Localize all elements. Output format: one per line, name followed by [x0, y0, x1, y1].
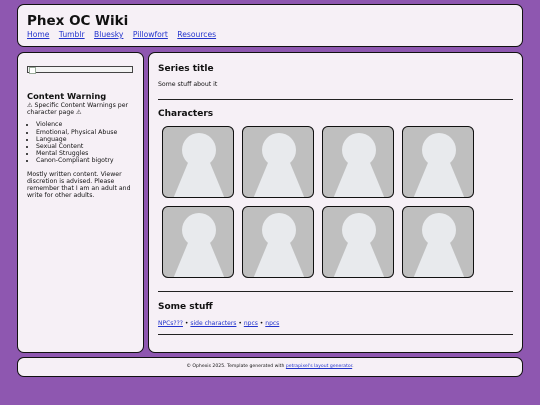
character-card[interactable]: [402, 206, 474, 278]
content-warning-item: Sexual Content: [36, 143, 134, 150]
content-warning-specific: ⚠ Specific Content Warnings per characte…: [27, 102, 129, 117]
avatar-placeholder-body: [413, 155, 465, 197]
series-title: Series title: [158, 64, 214, 74]
content-warning-item: Canon-Compliant bigotry: [36, 157, 134, 164]
viewer-note: Mostly written content. Viewer discretio…: [27, 170, 131, 200]
avatar-placeholder-body: [333, 155, 385, 197]
nav-link-tumblr[interactable]: Tumblr: [59, 30, 85, 39]
character-card[interactable]: [162, 206, 234, 278]
stuff-links: NPCs??? • side characters • npcs • npcs: [158, 320, 513, 328]
content-warning-item: Mental Struggles: [36, 150, 134, 157]
footer-end: .: [352, 364, 354, 369]
separator: •: [238, 320, 242, 327]
avatar-placeholder-body: [333, 235, 385, 277]
nav-link-pillowfort[interactable]: Pillowfort: [133, 30, 168, 39]
nav-link-home[interactable]: Home: [27, 30, 49, 39]
link-npcs-question[interactable]: NPCs???: [158, 320, 183, 327]
link-side-characters[interactable]: side characters: [190, 320, 236, 327]
divider: [158, 291, 513, 292]
content-warning-item: Emotional, Physical Abuse: [36, 129, 134, 136]
content-warning-heading: Content Warning: [27, 91, 107, 101]
avatar-placeholder-body: [253, 155, 305, 197]
character-card[interactable]: [322, 206, 394, 278]
character-card[interactable]: [162, 126, 234, 198]
link-npcs[interactable]: npcs: [244, 320, 258, 327]
site-title: Phex OC Wiki: [27, 13, 129, 29]
sidebar-broken-image: [27, 66, 133, 74]
character-card[interactable]: [242, 126, 314, 198]
content-warning-item: Violence: [36, 121, 134, 128]
character-grid: [162, 126, 513, 278]
separator: •: [259, 320, 264, 327]
content-warning-item: Language: [36, 136, 134, 143]
avatar-placeholder-body: [253, 235, 305, 277]
content-warning-list: Violence Emotional, Physical Abuse Langu…: [27, 121, 134, 164]
main-content: Series title Some stuff about it Charact…: [148, 52, 523, 353]
character-card[interactable]: [402, 126, 474, 198]
some-stuff-title: Some stuff: [158, 302, 213, 312]
divider: [158, 334, 513, 335]
nav-bar: Home Tumblr Bluesky Pillowfort Resources: [27, 29, 513, 40]
header: Phex OC Wiki Home Tumblr Bluesky Pillowf…: [17, 4, 523, 47]
character-card[interactable]: [322, 126, 394, 198]
footer-generator-link[interactable]: petrapixel's layout generator: [286, 364, 352, 369]
link-npcs-2[interactable]: npcs: [265, 320, 279, 327]
sidebar: Content Warning ⚠ Specific Content Warni…: [17, 52, 144, 353]
avatar-placeholder-body: [173, 155, 225, 197]
nav-link-bluesky[interactable]: Bluesky: [94, 30, 123, 39]
series-description: Some stuff about it: [158, 81, 218, 88]
avatar-placeholder-body: [173, 235, 225, 277]
divider: [158, 99, 513, 100]
nav-link-resources[interactable]: Resources: [177, 30, 216, 39]
avatar-placeholder-body: [413, 235, 465, 277]
footer: © Ophexis 2025. Template generated with …: [17, 357, 523, 377]
footer-text: © Ophexis 2025. Template generated with: [186, 364, 286, 369]
character-card[interactable]: [242, 206, 314, 278]
characters-title: Characters: [158, 109, 214, 119]
separator: •: [184, 320, 189, 327]
